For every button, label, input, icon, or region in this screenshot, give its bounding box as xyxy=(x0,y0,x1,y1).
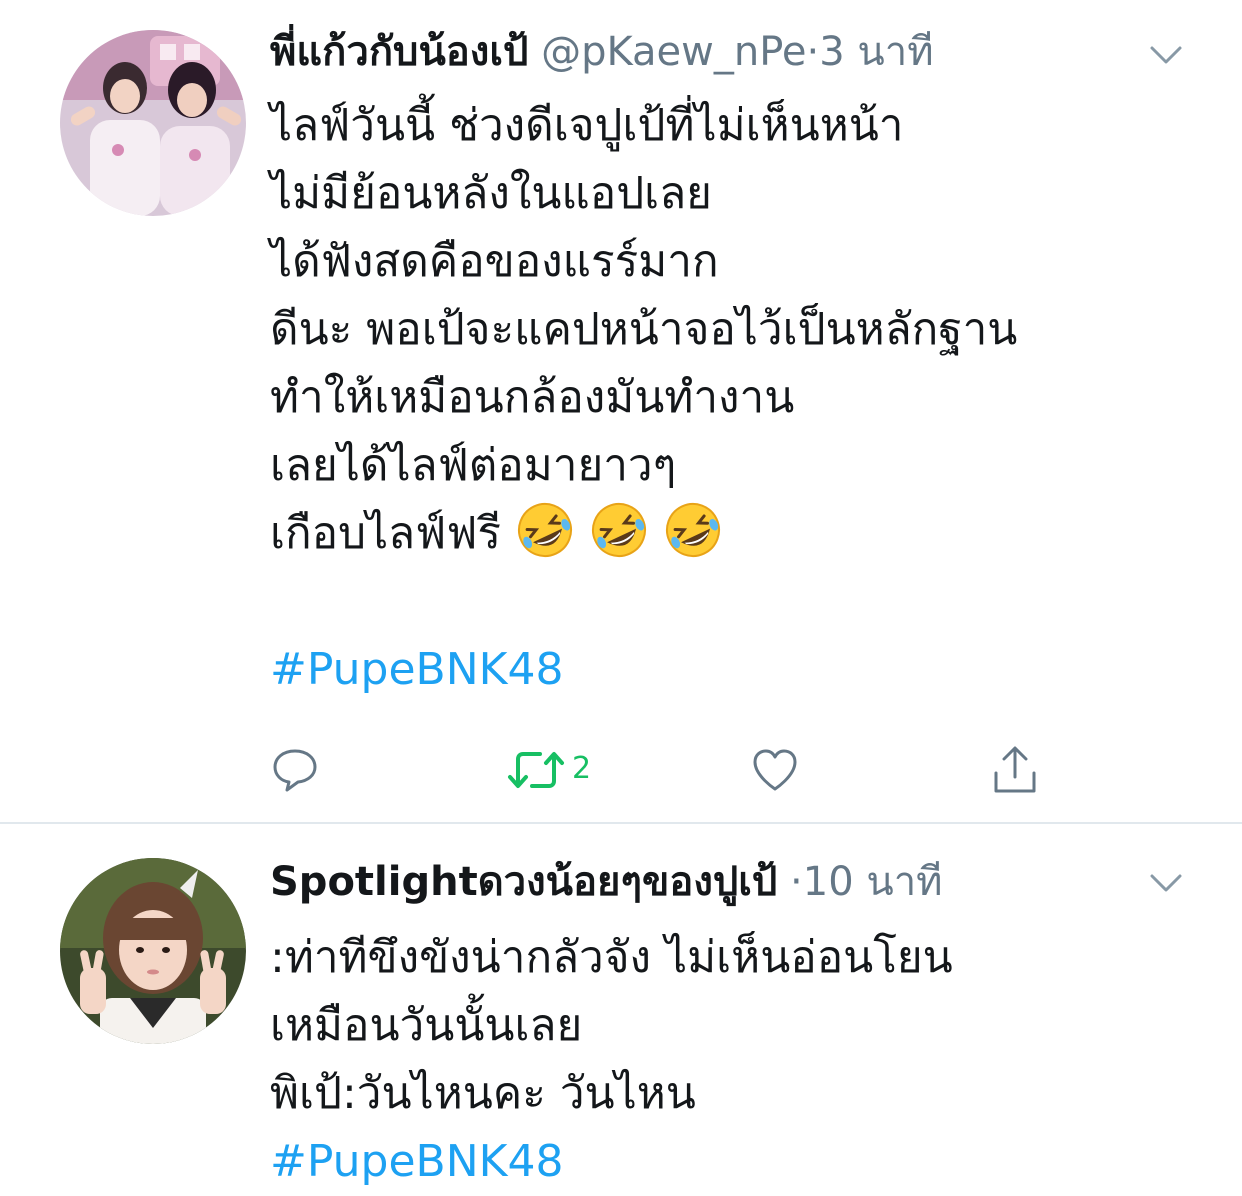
reply-button[interactable] xyxy=(270,738,320,802)
retweet-button[interactable]: 2 xyxy=(506,738,591,802)
chevron-down-icon[interactable] xyxy=(1146,40,1186,70)
tweet-line: พิเป้:วันไหนคะ วันไหน xyxy=(270,1068,696,1119)
user-handle[interactable]: @pKaew_nPe xyxy=(541,29,806,75)
girl-peace-sign-photo-avatar xyxy=(60,858,246,1044)
tweet-line: #PupeBNK48 xyxy=(270,1128,1210,1196)
tweet-line: เกือบไลฟ์ฟรี xyxy=(270,500,1210,568)
tweet-header: พี่แก้วกับน้องเป้ @pKaew_nPe·3 นาที xyxy=(270,24,1112,80)
rolling-on-floor-laughing-emoji xyxy=(589,500,649,560)
tweet-text: :ท่าทีขึงขังน่ากลัวจัง ไม่เห็นอ่อนโยน เห… xyxy=(270,924,1210,1196)
separator-dot: · xyxy=(790,859,803,905)
tweet-line: ทำให้เหมือนกล้องมันทำงาน xyxy=(270,372,795,423)
heart-icon xyxy=(753,749,797,791)
tweet-line: เหมือนวันนั้นเลย xyxy=(270,1000,583,1051)
tweet-header: Spotlightดวงน้อยๆของปูเป้ ·10 นาที xyxy=(270,854,1112,910)
tweet-line: :ท่าทีขึงขังน่ากลัวจัง ไม่เห็นอ่อนโยน xyxy=(270,932,953,983)
tweet-actions: 2 xyxy=(270,738,1070,802)
rolling-on-floor-laughing-emoji xyxy=(515,500,575,560)
tweet-line: ได้ฟังสดคือของแรร์มาก xyxy=(270,236,719,287)
display-name[interactable]: พี่แก้วกับน้องเป้ xyxy=(270,29,528,75)
tweet-line: ดีนะ พอเป้จะแคปหน้าจอไว้เป็นหลักฐาน xyxy=(270,304,1018,355)
two-girls-photo-avatar xyxy=(60,30,246,216)
hashtag-link[interactable]: #PupeBNK48 xyxy=(270,644,563,695)
retweet-icon xyxy=(508,752,564,788)
hashtag-link[interactable]: #PupeBNK48 xyxy=(270,1136,563,1187)
tweet[interactable]: Spotlightดวงน้อยๆของปูเป้ ·10 นาที :ท่าท… xyxy=(0,824,1242,1189)
tweet-line: ไลฟ์วันนี้ ช่วงดีเจปูเป้ที่ไม่เห็นหน้า xyxy=(270,100,904,151)
share-button[interactable] xyxy=(990,738,1040,802)
share-icon xyxy=(994,746,1036,793)
avatar[interactable] xyxy=(60,858,246,1044)
tweet-line: เลยได้ไลฟ์ต่อมายาวๆ xyxy=(270,440,677,491)
timestamp[interactable]: 10 นาที xyxy=(803,859,943,905)
tweet[interactable]: พี่แก้วกับน้องเป้ @pKaew_nPe·3 นาที ไลฟ์… xyxy=(0,0,1242,822)
rolling-on-floor-laughing-emoji xyxy=(663,500,723,560)
tweet-line: ไม่มีย้อนหลังในแอปเลย xyxy=(270,168,712,219)
chevron-down-icon[interactable] xyxy=(1146,868,1186,898)
avatar[interactable] xyxy=(60,30,246,216)
tweet-text: ไลฟ์วันนี้ ช่วงดีเจปูเป้ที่ไม่เห็นหน้า ไ… xyxy=(270,92,1210,704)
tweet-line-text: เกือบไลฟ์ฟรี xyxy=(270,508,502,559)
retweet-count: 2 xyxy=(572,750,592,786)
display-name[interactable]: Spotlightดวงน้อยๆของปูเป้ xyxy=(270,859,777,905)
like-button[interactable] xyxy=(750,738,800,802)
tweet-line: #PupeBNK48 xyxy=(270,636,1210,704)
separator-dot: · xyxy=(806,29,820,75)
reply-icon xyxy=(273,749,317,792)
timestamp[interactable]: 3 นาที xyxy=(819,29,933,75)
